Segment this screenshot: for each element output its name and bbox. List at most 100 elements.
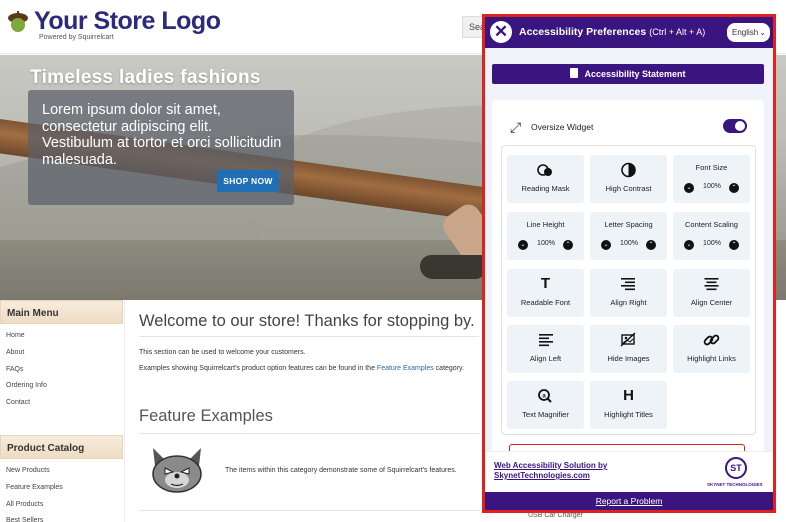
decrease-button[interactable]: ⌄ — [684, 183, 694, 193]
close-button[interactable]: ✕ — [490, 21, 512, 43]
tile-letter-spacing: Letter Spacing ⌄ 100% ⌃ — [590, 212, 667, 260]
tile-label: Content Scaling — [685, 220, 738, 229]
align-right-icon — [621, 278, 635, 291]
acorn-logo-icon — [8, 11, 28, 32]
font-size-value: 100% — [703, 183, 721, 190]
tile-align-left[interactable]: Align Left — [507, 325, 584, 373]
skynet-brand-name: SKYNET TECHNOLOGIES — [707, 482, 763, 487]
feature-description: The items within this category demonstra… — [225, 467, 457, 474]
tile-label: Readable Font — [520, 298, 571, 307]
menu-link-ordering-info[interactable]: Ordering Info — [6, 378, 123, 395]
language-value: English — [732, 28, 759, 37]
increase-button[interactable]: ⌃ — [729, 183, 739, 193]
accessibility-options: ⤢ Oversize Widget Reading Mask High Cont… — [492, 100, 764, 481]
skynet-logo-icon: ST — [725, 457, 747, 479]
tile-label: High Contrast — [605, 184, 652, 193]
tile-label: Align Right — [610, 298, 647, 307]
accessibility-title-text: Accessibility Preferences — [519, 26, 647, 38]
tile-reading-mask[interactable]: Reading Mask — [507, 155, 584, 203]
tile-readable-font[interactable]: T Readable Font — [507, 269, 584, 317]
tile-label: Highlight Links — [687, 354, 736, 363]
decrease-button[interactable]: ⌄ — [518, 240, 528, 250]
tile-hide-images[interactable]: Hide Images — [590, 325, 667, 373]
font-size-stepper: ⌄ 100% ⌃ — [673, 182, 750, 194]
main-menu-heading: Main Menu — [0, 300, 123, 324]
tile-label: Font Size — [695, 163, 728, 172]
accessibility-body: Accessibility Statement ⤢ Oversize Widge… — [485, 48, 773, 481]
svg-text:a: a — [542, 394, 546, 400]
catalog-link-best-sellers[interactable]: Best Sellers — [6, 513, 123, 522]
hero-title: Timeless ladies fashions — [30, 67, 261, 88]
catalog-link-feature-examples[interactable]: Feature Examples — [6, 480, 123, 497]
tile-content-scaling: Content Scaling ⌄ 100% ⌃ — [673, 212, 750, 260]
document-icon — [570, 68, 579, 78]
tile-font-size: Font Size ⌄ 100% ⌃ — [673, 155, 750, 203]
link-icon — [703, 334, 720, 346]
increase-button[interactable]: ⌃ — [646, 240, 656, 250]
close-icon: ✕ — [493, 22, 509, 41]
decrease-button[interactable]: ⌄ — [684, 240, 694, 250]
tile-highlight-titles[interactable]: H Highlight Titles — [590, 381, 667, 429]
tile-label: Align Left — [529, 354, 562, 363]
oversize-widget-row: ⤢ Oversize Widget — [510, 119, 750, 135]
oversize-widget-toggle[interactable] — [723, 119, 747, 133]
product-catalog-list: New Products Feature Examples All Produc… — [0, 459, 123, 522]
catalog-link-new-products[interactable]: New Products — [6, 463, 123, 480]
expand-arrows-icon: ⤢ — [510, 119, 522, 135]
store-logo-title[interactable]: Your Store Logo — [34, 7, 221, 36]
readable-font-icon: T — [540, 275, 551, 292]
accessibility-header: ✕ Accessibility Preferences (Ctrl + Alt +… — [485, 17, 773, 48]
menu-link-faqs[interactable]: FAQs — [6, 362, 123, 379]
accessibility-statement-label: Accessibility Statement — [584, 69, 686, 79]
welcome-paragraph-examples: Examples showing Squirrelcart's product … — [139, 365, 464, 372]
language-select[interactable]: English ⌄ — [727, 23, 770, 42]
menu-link-home[interactable]: Home — [6, 328, 123, 345]
tile-label: Reading Mask — [521, 184, 570, 193]
menu-link-contact[interactable]: Contact — [6, 395, 123, 412]
divider — [139, 433, 479, 434]
accessibility-shortcut: (Ctrl + Alt + A) — [649, 27, 706, 37]
accessibility-panel: ✕ Accessibility Preferences (Ctrl + Alt +… — [482, 14, 776, 513]
line-height-stepper: ⌄ 100% ⌃ — [507, 239, 584, 251]
menu-link-about[interactable]: About — [6, 345, 123, 362]
skynet-link[interactable]: Web Accessibility Solution by SkynetTech… — [494, 461, 624, 481]
letter-spacing-stepper: ⌄ 100% ⌃ — [590, 239, 667, 251]
align-center-icon — [704, 278, 719, 291]
examples-text: Examples showing Squirrelcart's product … — [139, 365, 377, 372]
feature-examples-title: Feature Examples — [139, 407, 273, 425]
sidebar: Main Menu Home About FAQs Ordering Info … — [0, 300, 123, 522]
examples-text-end: category. — [433, 365, 464, 372]
feature-examples-link[interactable]: Feature Examples — [377, 365, 434, 372]
shop-now-button[interactable]: SHOP NOW — [217, 170, 279, 192]
catalog-link-all-products[interactable]: All Products — [6, 497, 123, 514]
increase-button[interactable]: ⌃ — [563, 240, 573, 250]
chevron-down-icon: ⌄ — [759, 28, 766, 37]
options-grid: Reading Mask High Contrast Font Size ⌄ 1… — [501, 145, 756, 435]
tile-line-height: Line Height ⌄ 100% ⌃ — [507, 212, 584, 260]
tile-highlight-links[interactable]: Highlight Links — [673, 325, 750, 373]
tile-align-center[interactable]: Align Center — [673, 269, 750, 317]
tile-text-magnifier[interactable]: a Text Magnifier — [507, 381, 584, 429]
squirrel-mascot-icon[interactable] — [147, 444, 207, 494]
divider — [139, 336, 479, 337]
content-scaling-value: 100% — [703, 240, 721, 247]
tile-align-right[interactable]: Align Right — [590, 269, 667, 317]
heading-icon: H — [623, 387, 634, 404]
increase-button[interactable]: ⌃ — [729, 240, 739, 250]
hero-card: Lorem ipsum dolor sit amet, consectetur … — [28, 90, 294, 205]
letter-spacing-value: 100% — [620, 240, 638, 247]
tile-label: Align Center — [690, 298, 733, 307]
product-catalog-heading: Product Catalog — [0, 435, 123, 459]
product-name-usb-car-charger[interactable]: USB Car Charger — [528, 512, 583, 519]
divider — [139, 510, 479, 511]
align-left-icon — [539, 334, 553, 347]
magnifier-icon: a — [538, 389, 552, 403]
reading-mask-icon — [537, 164, 552, 176]
tile-label: Text Magnifier — [522, 410, 569, 419]
decrease-button[interactable]: ⌄ — [601, 240, 611, 250]
accessibility-statement-button[interactable]: Accessibility Statement — [492, 64, 764, 84]
product-catalog: Product Catalog New Products Feature Exa… — [0, 435, 123, 522]
tile-high-contrast[interactable]: High Contrast — [590, 155, 667, 203]
report-problem-link[interactable]: Report a Problem — [485, 492, 773, 510]
tile-label: Letter Spacing — [604, 220, 653, 229]
